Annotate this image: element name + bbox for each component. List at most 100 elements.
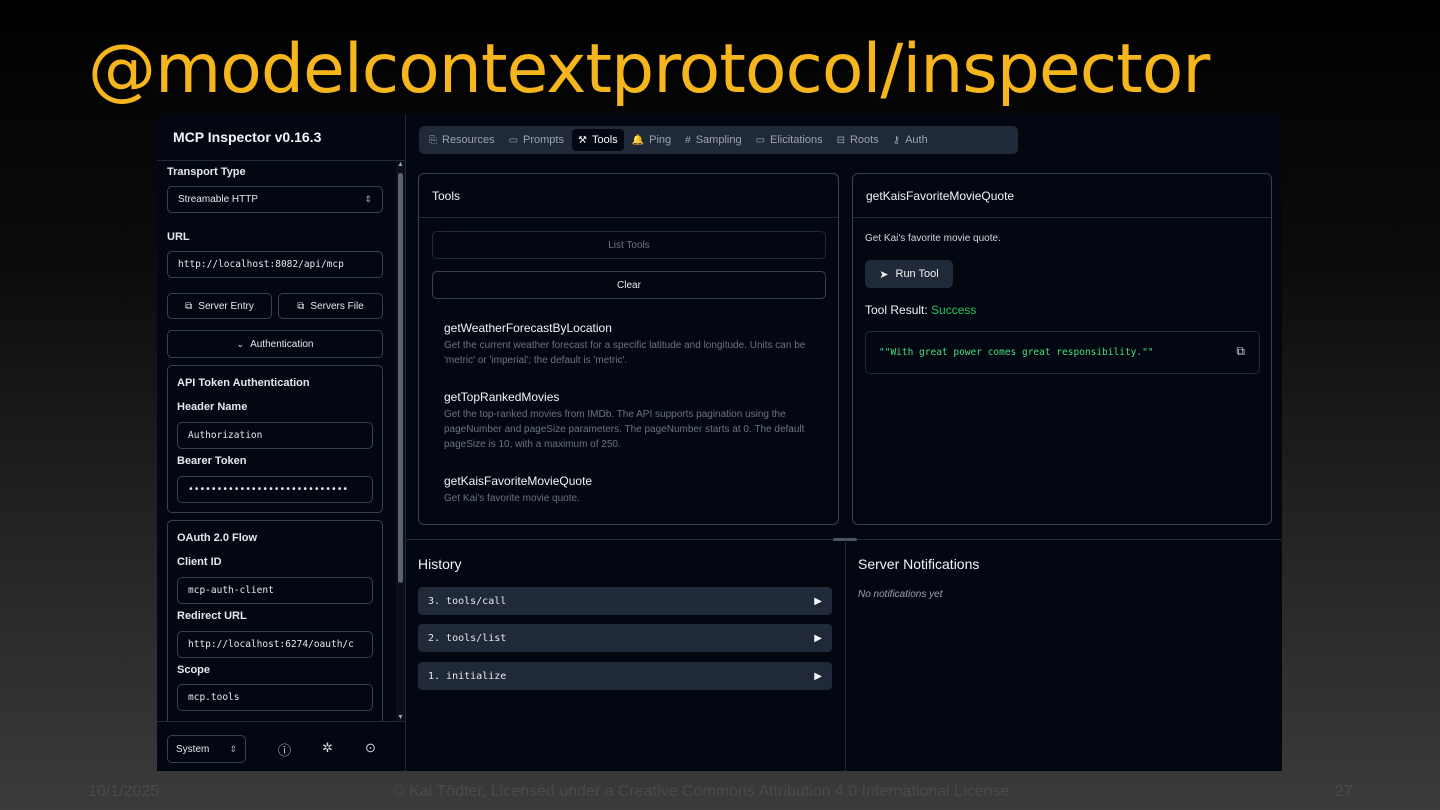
key-icon: ⚷ [892, 134, 901, 146]
api-token-panel: API Token Authentication Header Name Aut… [167, 365, 383, 513]
header-name-label: Header Name [177, 401, 248, 413]
header-name-input[interactable]: Authorization [177, 422, 373, 449]
app-title: MCP Inspector v0.16.3 [173, 129, 322, 145]
footer-copyright: © Kai Tödter, Licensed under a Creative … [393, 783, 1014, 800]
tool-detail-title: getKaisFavoriteMovieQuote [866, 189, 1015, 203]
tool-detail-description: Get Kai's favorite movie quote. [865, 233, 1001, 244]
expand-arrow-icon: ▶ [814, 632, 822, 644]
bug-icon[interactable]: ✲ [322, 740, 333, 756]
history-label: 2. tools/list [428, 632, 507, 644]
servers-file-button[interactable]: ⧉ Servers File [278, 293, 383, 319]
list-tools-label: List Tools [608, 239, 650, 251]
server-entry-button[interactable]: ⧉ Server Entry [167, 293, 272, 319]
tab-label: Prompts [523, 134, 564, 146]
url-input[interactable]: http://localhost:8082/api/mcp [167, 251, 383, 278]
tool-detail-header: getKaisFavoriteMovieQuote [853, 174, 1271, 218]
bearer-token-input[interactable]: •••••••••••••••••••••••••••• [177, 476, 373, 503]
tool-detail-card: getKaisFavoriteMovieQuote Get Kai's favo… [852, 173, 1272, 525]
history-row[interactable]: 2. tools/list ▶ [418, 624, 832, 652]
oauth-panel: OAuth 2.0 Flow Client ID mcp-auth-client… [167, 520, 383, 721]
tab-prompts[interactable]: ▭ Prompts [503, 129, 570, 151]
tab-bar: ⎘ Resources ▭ Prompts ⚒ Tools 🔔 Ping # Sampli… [419, 126, 1018, 154]
list-tools-button[interactable]: List Tools [432, 231, 826, 259]
tab-ping[interactable]: 🔔 Ping [626, 129, 677, 151]
chevron-updown-icon: ⇕ [229, 743, 237, 754]
history-row[interactable]: 1. initialize ▶ [418, 662, 832, 690]
tab-elicitations[interactable]: ▭ Elicitations [750, 129, 829, 151]
run-tool-button[interactable]: ➤ Run Tool [865, 260, 953, 288]
scrollbar-thumb[interactable] [398, 173, 403, 583]
transport-type-value: Streamable HTTP [178, 194, 259, 205]
tab-sampling[interactable]: # Sampling [679, 129, 747, 151]
resources-icon: ⎘ [429, 134, 437, 146]
hash-icon: # [685, 134, 691, 146]
server-entry-label: Server Entry [198, 300, 254, 312]
chevron-updown-icon: ⇕ [364, 194, 372, 204]
folder-tree-icon: ⊟ [836, 134, 845, 146]
mcp-inspector-app: MCP Inspector v0.16.3 Transport Type Str… [157, 114, 1282, 771]
message-icon: ▭ [508, 134, 519, 146]
tab-resources[interactable]: ⎘ Resources [423, 129, 501, 151]
tab-label: Elicitations [770, 134, 823, 146]
scope-value: mcp.tools [188, 692, 240, 703]
scroll-up-arrow-icon[interactable]: ▲ [397, 161, 404, 168]
sidebar-content: Transport Type Streamable HTTP ⇕ URL htt… [157, 161, 396, 721]
copy-icon: ⧉ [297, 300, 305, 312]
expand-arrow-icon: ▶ [814, 595, 822, 607]
slide-title: @modelcontextprotocol/inspector [88, 30, 1210, 109]
help-icon[interactable]: ⓘ [278, 740, 291, 759]
authentication-label: Authentication [250, 338, 314, 350]
tab-label: Ping [649, 134, 672, 146]
tab-label: Sampling [695, 134, 742, 146]
list-item[interactable]: getWeatherForecastByLocation Get the cur… [444, 321, 814, 368]
footer-page-number: 27 [1335, 783, 1353, 800]
tab-tools[interactable]: ⚒ Tools [572, 129, 624, 151]
tool-name: getTopRankedMovies [444, 390, 560, 404]
tab-auth[interactable]: ⚷ Auth [887, 129, 934, 151]
sidebar-footer: System ⇕ ⓘ ✲ ⊙ [157, 721, 406, 771]
bottom-divider [845, 540, 846, 771]
tab-label: Tools [591, 134, 618, 146]
tool-description: Get the current weather forecast for a s… [444, 340, 806, 366]
bearer-token-label: Bearer Token [177, 455, 247, 467]
scope-input[interactable]: mcp.tools [177, 684, 373, 711]
authentication-toggle[interactable]: ⌄ Authentication [167, 330, 383, 358]
bell-icon: 🔔 [631, 134, 645, 146]
redirect-url-input[interactable]: http://localhost:6274/oauth/c [177, 631, 373, 658]
bearer-token-value: •••••••••••••••••••••••••••• [188, 484, 349, 495]
theme-select[interactable]: System ⇕ [167, 735, 246, 763]
tool-result-line: Tool Result: Success [865, 303, 976, 317]
servers-file-label: Servers File [310, 300, 364, 312]
sidebar-scrollbar[interactable]: ▲ ▼ [396, 161, 405, 721]
clear-button[interactable]: Clear [432, 271, 826, 299]
notifications-title: Server Notifications [858, 556, 980, 572]
tools-card: Tools List Tools Clear getWeatherForecas… [418, 173, 839, 525]
scroll-down-arrow-icon[interactable]: ▼ [397, 714, 404, 721]
history-row[interactable]: 3. tools/call ▶ [418, 587, 832, 615]
copy-icon[interactable]: ⧉ [1236, 344, 1245, 359]
tools-card-title: Tools [432, 189, 461, 203]
client-id-input[interactable]: mcp-auth-client [177, 577, 373, 604]
tab-label: Resources [442, 134, 495, 146]
run-tool-label: Run Tool [895, 268, 939, 280]
github-icon[interactable]: ⊙ [365, 740, 376, 756]
tool-result-status: Success [931, 303, 977, 317]
chevron-down-icon: ⌄ [236, 338, 245, 349]
transport-type-select[interactable]: Streamable HTTP ⇕ [167, 186, 383, 213]
list-item[interactable]: getTopRankedMovies Get the top-ranked mo… [444, 390, 814, 452]
url-label: URL [167, 231, 190, 243]
oauth-heading: OAuth 2.0 Flow [177, 532, 258, 544]
tab-label: Auth [905, 134, 928, 146]
notifications-empty-text: No notifications yet [858, 589, 943, 600]
message-square-icon: ▭ [755, 134, 766, 146]
tools-card-header: Tools [419, 174, 838, 218]
expand-arrow-icon: ▶ [814, 670, 822, 682]
tab-roots[interactable]: ⊟ Roots [831, 129, 885, 151]
client-id-label: Client ID [177, 556, 222, 568]
tool-result-text: ""With great power comes great responsib… [879, 347, 1154, 358]
tool-description: Get the top-ranked movies from IMDb. The… [444, 409, 805, 450]
list-item[interactable]: getKaisFavoriteMovieQuote Get Kai's favo… [444, 474, 814, 506]
transport-type-label: Transport Type [167, 166, 246, 178]
hammer-icon: ⚒ [578, 134, 587, 146]
redirect-url-label: Redirect URL [177, 610, 247, 622]
